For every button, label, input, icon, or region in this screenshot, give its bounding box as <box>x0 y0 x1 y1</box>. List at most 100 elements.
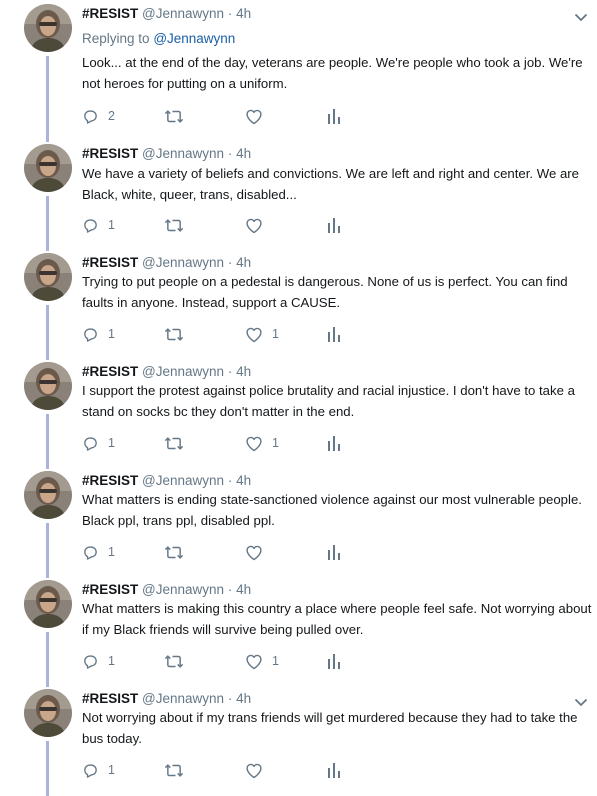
timestamp[interactable]: 4h <box>236 255 251 270</box>
analytics-button[interactable] <box>327 542 341 562</box>
avatar[interactable] <box>24 362 72 410</box>
tweet-text: What matters is making this country a pl… <box>82 601 592 637</box>
handle[interactable]: @Jennawynn <box>142 146 224 161</box>
thread-line <box>46 56 49 142</box>
separator-dot: · <box>227 364 233 379</box>
tweet[interactable]: #RESIST @Jennawynn · 4h I support the pr… <box>0 358 597 469</box>
handle[interactable]: @Jennawynn <box>142 364 224 379</box>
display-name[interactable]: #RESIST <box>82 6 138 21</box>
tweet-actions: 1 <box>82 760 352 780</box>
timestamp[interactable]: 4h <box>236 6 251 21</box>
tweet[interactable]: #RESIST @Jennawynn · 4h What matters is … <box>0 576 597 687</box>
display-name[interactable]: #RESIST <box>82 364 138 379</box>
timestamp[interactable]: 4h <box>236 473 251 488</box>
heart-icon <box>245 544 263 561</box>
handle[interactable]: @Jennawynn <box>142 6 224 21</box>
reply-count: 1 <box>108 327 115 341</box>
reply-icon <box>82 435 99 452</box>
analytics-button[interactable] <box>327 760 341 780</box>
tweet-text: I support the protest against police bru… <box>82 383 575 419</box>
reply-button[interactable]: 1 <box>82 433 115 453</box>
tweet-actions: 1 <box>82 215 352 235</box>
like-button[interactable]: 1 <box>245 651 279 671</box>
retweet-button[interactable] <box>164 760 193 780</box>
handle[interactable]: @Jennawynn <box>142 473 224 488</box>
display-name[interactable]: #RESIST <box>82 146 138 161</box>
heart-icon <box>245 108 263 125</box>
reply-icon <box>82 217 99 234</box>
separator-dot: · <box>227 473 233 488</box>
tweet[interactable]: #RESIST @Jennawynn · 4h Trying to put pe… <box>0 249 597 360</box>
like-button[interactable]: 1 <box>245 433 279 453</box>
analytics-button[interactable] <box>327 651 341 671</box>
avatar[interactable] <box>24 471 72 519</box>
timestamp[interactable]: 4h <box>236 582 251 597</box>
retweet-button[interactable] <box>164 106 193 126</box>
avatar[interactable] <box>24 144 72 192</box>
chevron-down-icon[interactable] <box>574 10 588 24</box>
tweet-text: Look... at the end of the day, veterans … <box>82 55 583 91</box>
display-name[interactable]: #RESIST <box>82 582 138 597</box>
retweet-button[interactable] <box>164 215 193 235</box>
analytics-button[interactable] <box>327 215 341 235</box>
timestamp[interactable]: 4h <box>236 691 251 706</box>
retweet-button[interactable] <box>164 324 193 344</box>
tweet-header: #RESIST @Jennawynn · 4h <box>82 364 251 379</box>
like-button[interactable] <box>245 106 272 126</box>
tweet-header: #RESIST @Jennawynn · 4h <box>82 582 251 597</box>
reply-button[interactable]: 1 <box>82 760 115 780</box>
analytics-button[interactable] <box>327 433 341 453</box>
reply-button[interactable]: 1 <box>82 324 115 344</box>
retweet-icon <box>164 435 184 452</box>
analytics-button[interactable] <box>327 324 341 344</box>
heart-icon <box>245 653 263 670</box>
retweet-button[interactable] <box>164 542 193 562</box>
timestamp[interactable]: 4h <box>236 146 251 161</box>
reply-button[interactable]: 1 <box>82 651 115 671</box>
reply-icon <box>82 544 99 561</box>
avatar[interactable] <box>24 580 72 628</box>
thread-line <box>46 632 49 687</box>
tweet[interactable]: #RESIST @Jennawynn · 4h We have a variet… <box>0 140 597 251</box>
tweet-header: #RESIST @Jennawynn · 4h <box>82 473 251 488</box>
thread-line <box>46 414 49 469</box>
tweet[interactable]: #RESIST @Jennawynn · 4h Not worrying abo… <box>0 685 597 796</box>
avatar[interactable] <box>24 4 72 52</box>
replying-label: Replying to <box>82 31 150 46</box>
like-button[interactable]: 1 <box>245 324 279 344</box>
tweet[interactable]: #RESIST @Jennawynn · 4h What matters is … <box>0 467 597 578</box>
like-button[interactable] <box>245 760 272 780</box>
display-name[interactable]: #RESIST <box>82 691 138 706</box>
analytics-icon <box>327 435 341 452</box>
retweet-button[interactable] <box>164 433 193 453</box>
tweet[interactable]: #RESIST @Jennawynn · 4h Replying to @Jen… <box>0 0 597 142</box>
analytics-button[interactable] <box>327 106 341 126</box>
handle[interactable]: @Jennawynn <box>142 582 224 597</box>
avatar[interactable] <box>24 689 72 737</box>
replying-to-link[interactable]: @Jennawynn <box>153 31 235 46</box>
handle[interactable]: @Jennawynn <box>142 691 224 706</box>
avatar[interactable] <box>24 253 72 301</box>
retweet-icon <box>164 653 184 670</box>
analytics-icon <box>327 108 341 125</box>
tweet-header: #RESIST @Jennawynn · 4h <box>82 146 251 161</box>
like-count: 1 <box>272 436 279 450</box>
like-count: 1 <box>272 327 279 341</box>
reply-icon <box>82 108 99 125</box>
like-button[interactable] <box>245 542 272 562</box>
reply-button[interactable]: 2 <box>82 106 115 126</box>
display-name[interactable]: #RESIST <box>82 473 138 488</box>
reply-icon <box>82 653 99 670</box>
tweet-actions: 2 <box>82 106 352 126</box>
tweet-actions: 1 1 <box>82 651 352 671</box>
retweet-button[interactable] <box>164 651 193 671</box>
reply-button[interactable]: 1 <box>82 215 115 235</box>
like-button[interactable] <box>245 215 272 235</box>
handle[interactable]: @Jennawynn <box>142 255 224 270</box>
tweet-header: #RESIST @Jennawynn · 4h <box>82 6 251 21</box>
tweet-text: We have a variety of beliefs and convict… <box>82 166 580 202</box>
tweet-text: What matters is ending state-sanctioned … <box>82 492 582 528</box>
reply-button[interactable]: 1 <box>82 542 115 562</box>
timestamp[interactable]: 4h <box>236 364 251 379</box>
display-name[interactable]: #RESIST <box>82 255 138 270</box>
